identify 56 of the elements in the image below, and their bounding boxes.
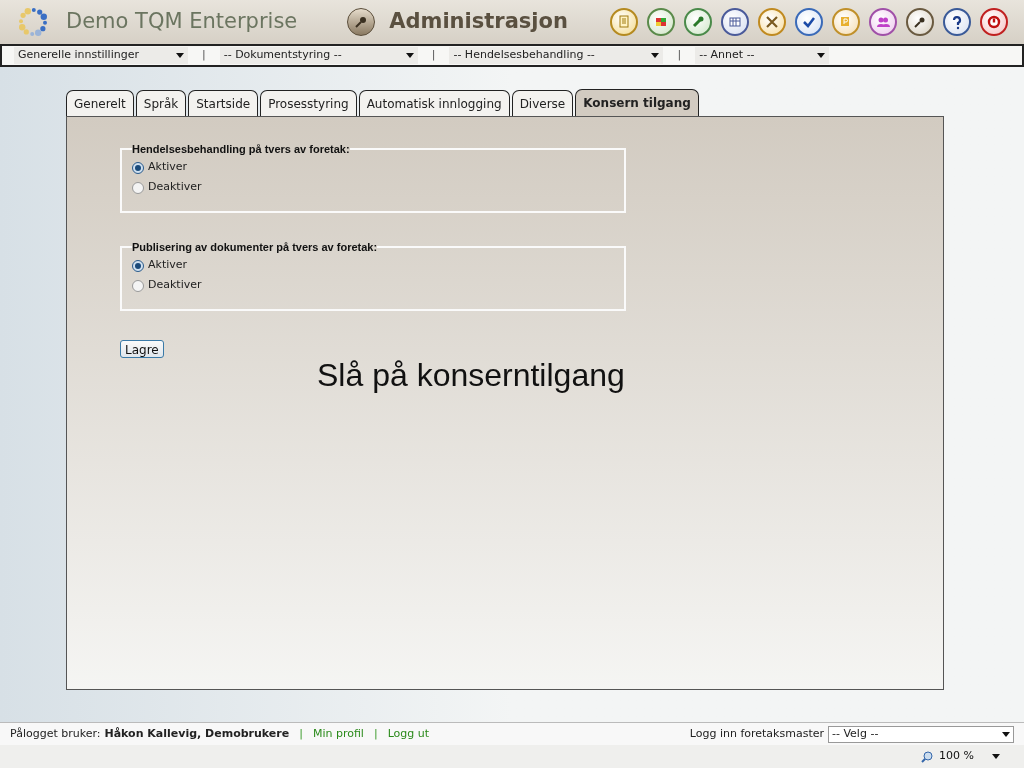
dropdown[interactable]: -- Dokumentstyring -- xyxy=(219,47,418,64)
dropdown[interactable]: -- Hendelsesbehandling -- xyxy=(449,47,664,64)
caret-icon xyxy=(405,53,414,58)
app-title: Demo TQM Enterprise xyxy=(66,8,298,36)
link-separator: | xyxy=(373,725,378,742)
tab[interactable]: Diverse xyxy=(511,90,574,116)
tab[interactable]: Startside xyxy=(188,90,259,116)
document-icon[interactable] xyxy=(832,8,860,36)
logo-icon xyxy=(16,5,50,39)
grid-icon[interactable] xyxy=(647,8,675,36)
menu-separator: | xyxy=(676,47,683,64)
key-icon xyxy=(347,8,376,36)
link-separator: | xyxy=(299,725,303,742)
radio-button[interactable] xyxy=(132,259,144,272)
power-icon[interactable] xyxy=(980,8,1008,36)
user-name: Håkon Kallevig, Demobrukere xyxy=(104,725,290,742)
radio-button[interactable] xyxy=(132,181,144,194)
radio-button[interactable] xyxy=(132,279,144,292)
radio-label: Deaktiver xyxy=(148,179,202,196)
zoom-icon xyxy=(921,750,934,763)
dropdown[interactable]: -- Velg -- xyxy=(828,725,1014,743)
zoom-level: 100 % xyxy=(939,748,974,765)
caret-icon xyxy=(176,53,184,58)
caption: Slå på konserntilgang xyxy=(317,356,625,395)
radio-label: Aktiver xyxy=(148,257,188,274)
group-legend: Publisering av dokumenter på tvers av foretak: xyxy=(132,239,378,256)
section-title: Administrasjon xyxy=(389,8,568,36)
menu-separator: | xyxy=(430,47,437,64)
tab[interactable]: Konsern tilgang xyxy=(575,89,699,116)
wrench-icon[interactable] xyxy=(684,8,712,36)
caret-icon xyxy=(651,53,660,58)
check-icon[interactable] xyxy=(795,8,823,36)
help-icon[interactable] xyxy=(943,8,971,36)
radio-label: Aktiver xyxy=(148,159,188,176)
user-label: Pålogget bruker: xyxy=(10,725,101,742)
group-legend: Hendelsesbehandling på tvers av foretak: xyxy=(132,141,350,158)
tab[interactable]: Språk xyxy=(135,90,187,116)
tab[interactable]: Automatisk innlogging xyxy=(358,90,510,116)
caret-icon[interactable] xyxy=(992,754,1000,759)
menu-separator: | xyxy=(201,47,207,64)
radio-label: Deaktiver xyxy=(148,277,202,294)
radio-button[interactable] xyxy=(132,161,144,174)
people-icon[interactable] xyxy=(869,8,897,36)
caret-icon xyxy=(1002,731,1010,737)
master-label: Logg inn foretaksmaster xyxy=(689,725,824,742)
tab[interactable]: Generelt xyxy=(66,90,134,116)
calendar-icon[interactable] xyxy=(721,8,749,36)
caret-icon xyxy=(817,53,826,58)
notes-icon[interactable] xyxy=(610,8,638,36)
tab[interactable]: Prosesstyring xyxy=(260,90,357,116)
key-icon[interactable] xyxy=(906,8,934,36)
link[interactable]: Min profil xyxy=(312,725,364,743)
save-button[interactable]: Lagre xyxy=(120,340,164,358)
link[interactable]: Logg ut xyxy=(387,725,430,743)
dropdown[interactable]: Generelle innstillinger xyxy=(14,47,188,64)
dropdown[interactable]: -- Annet -- xyxy=(695,47,830,64)
